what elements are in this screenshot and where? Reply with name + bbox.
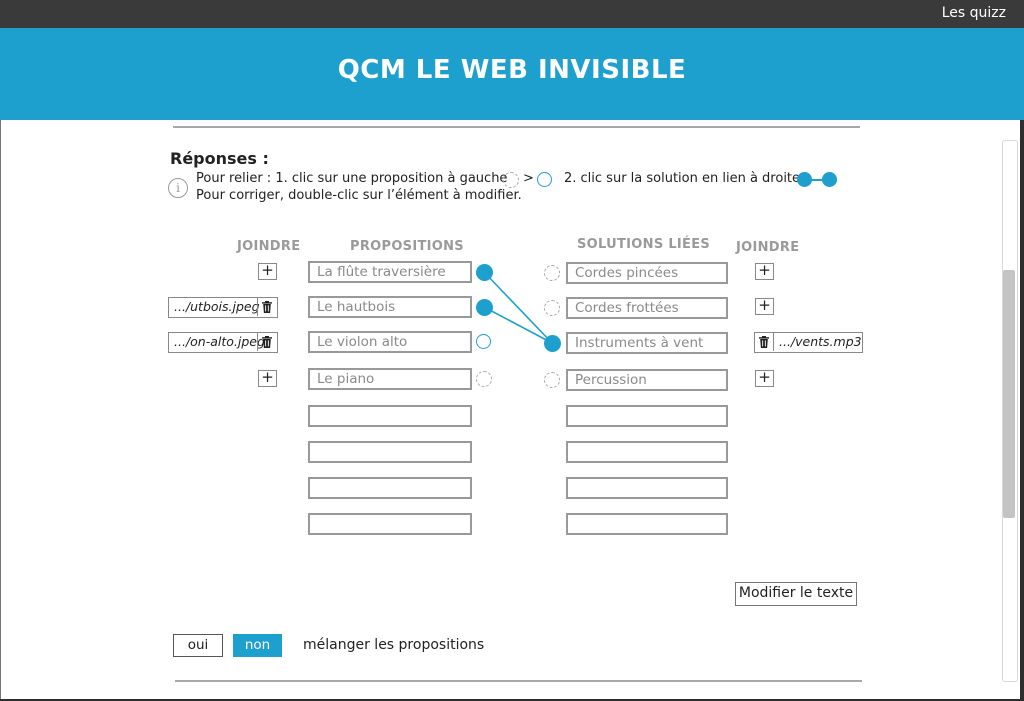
solution-link-dot-2[interactable] [544,335,561,352]
shuffle-label: mélanger les propositions [303,637,485,653]
solution-field-6[interactable] [566,477,728,499]
proposition-field-5[interactable] [308,441,472,463]
proposition-field-7[interactable] [308,513,472,535]
solution-link-dot-1[interactable] [544,300,560,316]
solution-field-1[interactable]: Cordes frottées [566,297,728,319]
solution-field-2[interactable]: Instruments à vent [566,332,728,354]
solution-field-0[interactable]: Cordes pincées [566,262,728,284]
plus-icon[interactable]: + [258,370,277,387]
proposition-link-dot-0[interactable] [476,264,493,281]
proposition-field-3[interactable]: Le piano [308,368,472,390]
left-attachment-filename: .../on-alto.jpeg [174,334,265,349]
modify-text-button[interactable]: Modifier le texte [735,582,857,606]
solution-field-7[interactable] [566,513,728,535]
solution-field-4[interactable] [566,405,728,427]
plus-icon[interactable]: + [755,370,774,387]
plus-icon[interactable]: + [755,263,774,280]
proposition-link-dot-1[interactable] [476,299,493,316]
right-attachment-filename: .../vents.mp3 [779,334,862,349]
solution-field-5[interactable] [566,441,728,463]
solution-link-dot-3[interactable] [544,372,560,388]
shuffle-no-button[interactable]: non [233,634,282,657]
proposition-field-2[interactable]: Le violon alto [308,331,472,353]
link-line-0[interactable] [483,271,553,344]
solution-field-3[interactable]: Percussion [566,369,728,391]
left-attachment-2: .../on-alto.jpeg [168,332,278,353]
shuffle-yes-button[interactable]: oui [173,634,223,657]
proposition-link-dot-2[interactable] [476,334,491,349]
solution-link-dot-0[interactable] [544,265,560,281]
proposition-field-6[interactable] [308,477,472,499]
left-attachment-1: .../utbois.jpeg [168,297,278,318]
plus-icon[interactable]: + [258,263,277,280]
links-layer [483,271,553,344]
trash-icon[interactable] [755,333,774,351]
plus-icon[interactable]: + [755,298,774,315]
trash-icon[interactable] [257,333,276,351]
link-line-1[interactable] [483,306,553,344]
left-attachment-filename: .../utbois.jpeg [174,299,260,314]
proposition-field-1[interactable]: Le hautbois [308,296,472,318]
proposition-link-dot-3[interactable] [476,371,492,387]
proposition-field-0[interactable]: La flûte traversière [308,261,472,283]
trash-icon[interactable] [257,298,276,316]
right-attachment-2: .../vents.mp3 [754,332,863,353]
proposition-field-4[interactable] [308,405,472,427]
